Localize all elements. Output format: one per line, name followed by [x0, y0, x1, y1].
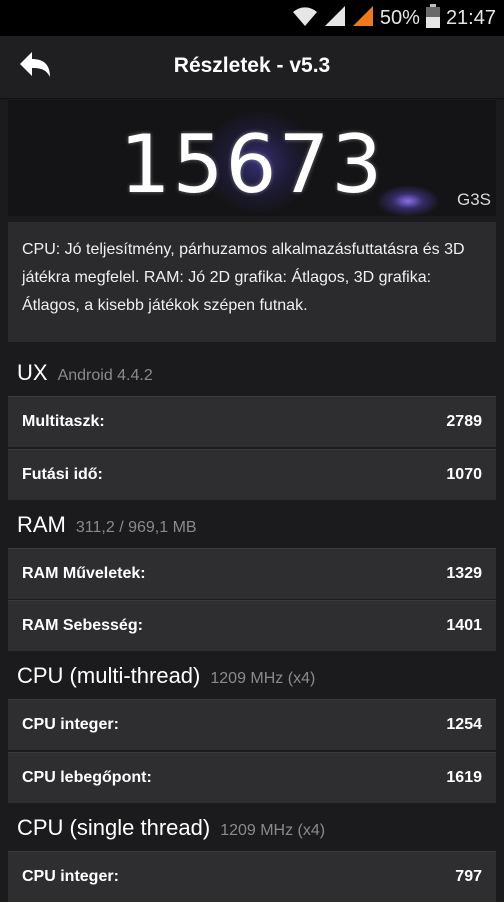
section-header-ux: UX Android 4.4.2: [17, 360, 153, 386]
result-row-runtime[interactable]: Futási idő: 1070: [8, 449, 496, 500]
result-label: Futási idő:: [22, 466, 103, 483]
result-label: CPU lebegőpont:: [22, 769, 152, 786]
result-row-ram-speed[interactable]: RAM Sebesség: 1401: [8, 600, 496, 651]
result-value: 1619: [446, 769, 482, 786]
status-bar: 50% 21:47: [0, 0, 504, 36]
device-name: G3S: [456, 190, 491, 209]
wifi-icon: [292, 5, 318, 32]
section-subtitle: 1209 MHz (x4): [210, 670, 316, 687]
signal-orange-icon: [352, 5, 374, 32]
signal-icon: [324, 5, 346, 32]
section-header-cpu-single: CPU (single thread) 1209 MHz (x4): [17, 815, 325, 841]
section-title: RAM: [17, 512, 66, 537]
result-value: 1070: [446, 466, 482, 483]
result-label: Multitaszk:: [22, 413, 105, 430]
result-row-multitask[interactable]: Multitaszk: 2789: [8, 396, 496, 447]
result-row-cpu-integer-multi[interactable]: CPU integer: 1254: [8, 699, 496, 750]
section-subtitle: 1209 MHz (x4): [220, 822, 326, 839]
section-header-cpu-multi: CPU (multi-thread) 1209 MHz (x4): [17, 663, 315, 689]
battery-icon: [425, 3, 440, 33]
battery-percent: 50%: [379, 6, 420, 29]
section-header-ram: RAM 311,2 / 969,1 MB: [17, 512, 197, 538]
total-score: 15673: [119, 118, 385, 211]
result-label: CPU integer:: [22, 716, 119, 733]
section-title: CPU (multi-thread): [17, 663, 201, 688]
section-title: UX: [17, 360, 48, 385]
performance-description: CPU: Jó teljesítmény, párhuzamos alkalma…: [8, 222, 496, 342]
result-value: 797: [455, 868, 482, 885]
result-label: RAM Sebesség:: [22, 617, 143, 634]
section-subtitle: Android 4.4.2: [57, 367, 153, 384]
app-bar: Részletek - v5.3: [0, 36, 504, 99]
section-title: CPU (single thread): [17, 815, 211, 840]
result-label: RAM Műveletek:: [22, 565, 146, 582]
result-value: 1401: [446, 617, 482, 634]
section-subtitle: 311,2 / 969,1 MB: [75, 519, 197, 536]
result-row-ram-operations[interactable]: RAM Műveletek: 1329: [8, 548, 496, 599]
result-label: CPU integer:: [22, 868, 119, 885]
result-row-cpu-integer-single[interactable]: CPU integer: 797: [8, 851, 496, 902]
result-value: 1254: [446, 716, 482, 733]
result-row-cpu-float-multi[interactable]: CPU lebegőpont: 1619: [8, 752, 496, 803]
score-panel: 15673 G3S: [8, 100, 496, 216]
page-title: Részletek - v5.3: [173, 54, 331, 77]
result-value: 2789: [446, 413, 482, 430]
result-value: 1329: [446, 565, 482, 582]
clock: 21:47: [445, 6, 496, 29]
